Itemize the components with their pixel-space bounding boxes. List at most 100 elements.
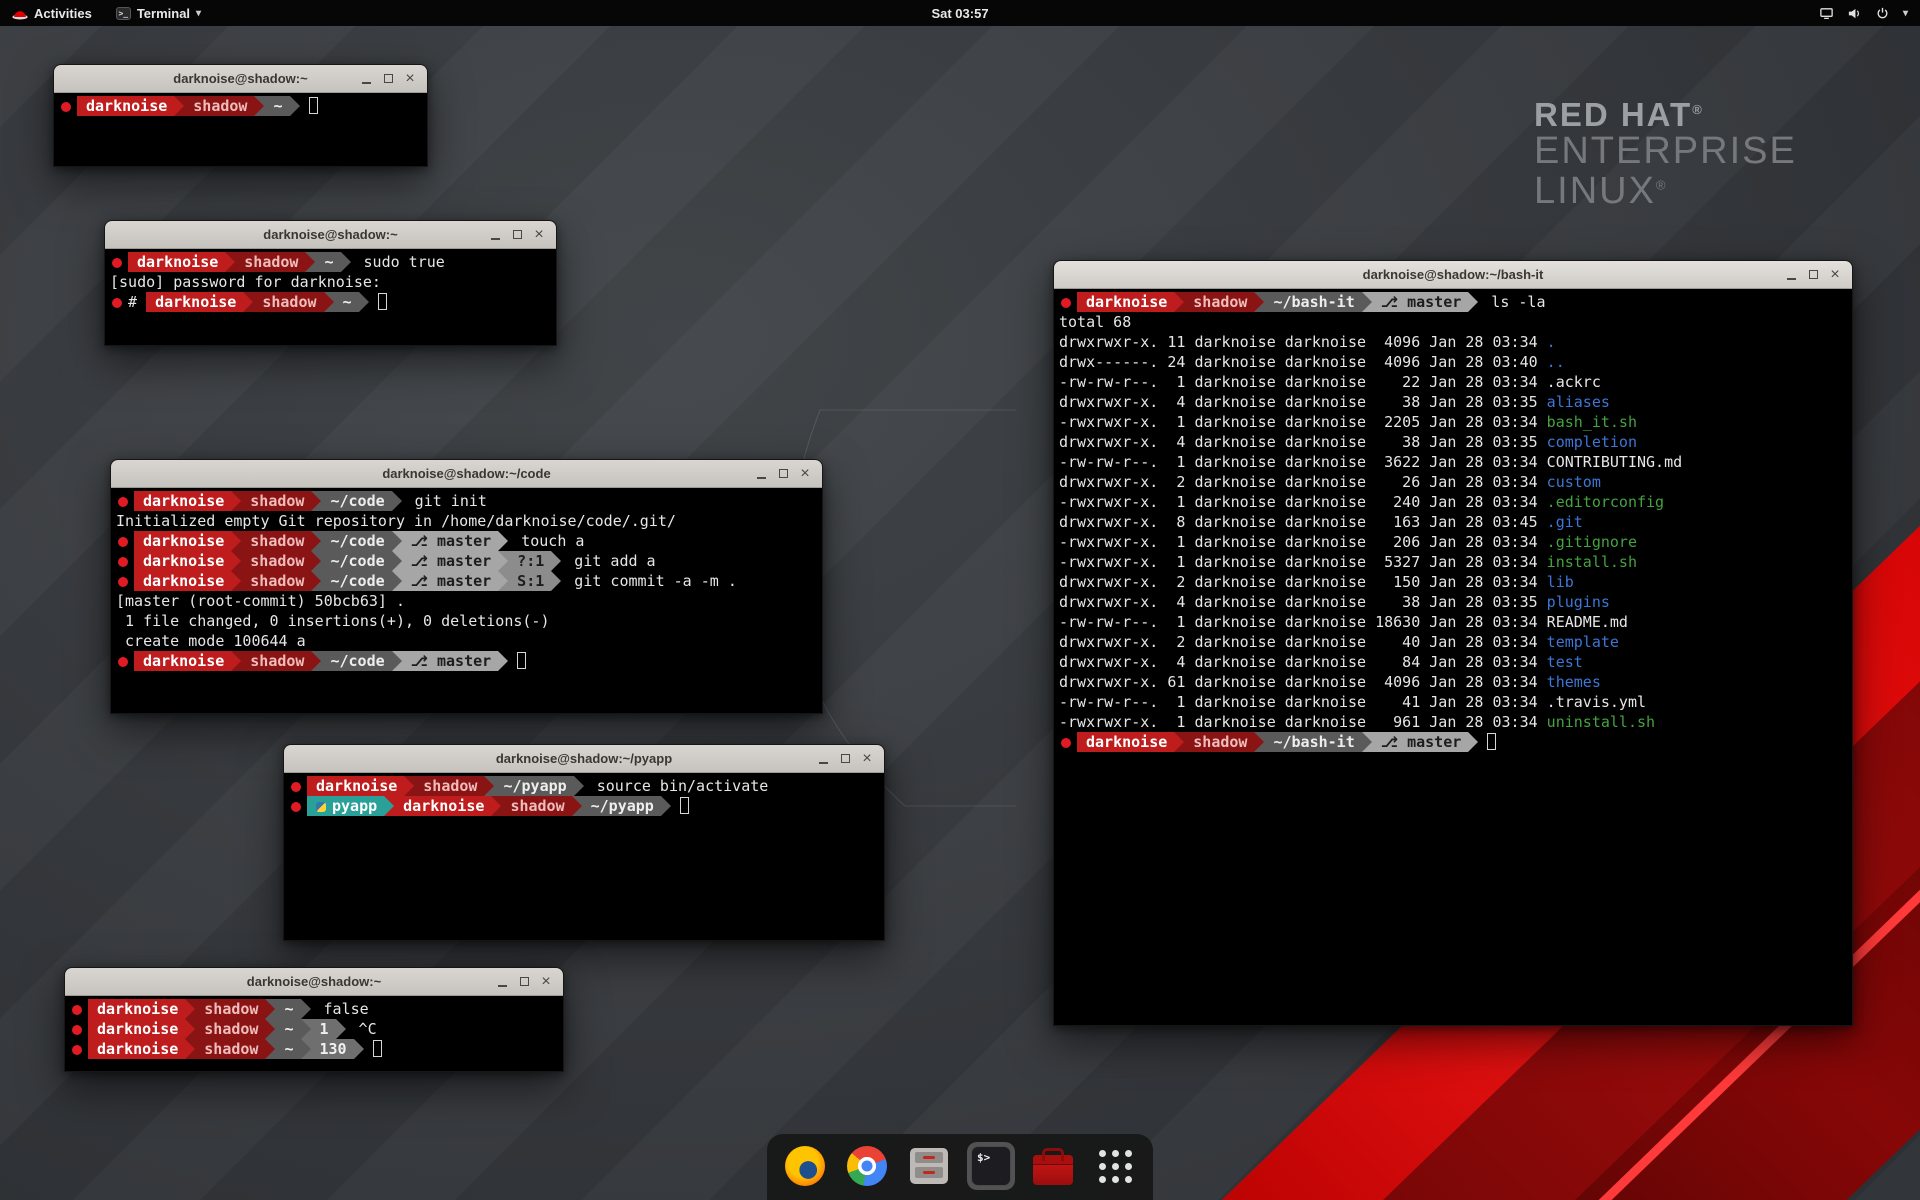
maximize-button[interactable] (834, 748, 856, 770)
power-icon[interactable] (1875, 6, 1890, 21)
ls-entry-details: -rwxrwxr-x. 1 darknoise darknoise 206 Ja… (1059, 533, 1547, 551)
minimize-button[interactable] (491, 971, 513, 993)
maximize-button[interactable] (1802, 264, 1824, 286)
prompt-segment-path: ~/code (321, 551, 391, 571)
window-titlebar[interactable]: darknoise@shadow:~ × (105, 221, 556, 249)
powerline-arrow-icon (498, 531, 508, 551)
powerline-arrow-icon (404, 776, 414, 796)
dock-item-chrome[interactable] (843, 1142, 891, 1190)
command-text: source bin/activate (584, 777, 769, 795)
minimize-button[interactable] (484, 224, 506, 246)
dock-item-firefox[interactable] (781, 1142, 829, 1190)
window-titlebar[interactable]: darknoise@shadow:~ × (65, 968, 563, 996)
dock-item-files[interactable] (905, 1142, 953, 1190)
powerline-arrow-icon (1362, 292, 1372, 312)
maximize-button[interactable] (772, 463, 794, 485)
terminal-cursor (309, 97, 318, 114)
powerline-arrow-icon (392, 651, 402, 671)
powerline-arrow-icon (551, 551, 561, 571)
minimize-button[interactable] (750, 463, 772, 485)
powerline-arrow-icon (311, 531, 321, 551)
prompt-segment-user: darknoise (134, 531, 231, 551)
prompt-segment-path: ~/bash-it (1264, 292, 1361, 312)
close-button[interactable]: × (856, 748, 878, 770)
close-button[interactable]: × (535, 971, 557, 993)
powerline-arrow-icon (484, 776, 494, 796)
output-text: create mode 100644 a (116, 632, 306, 650)
output-line: [sudo] password for darknoise: (110, 272, 553, 292)
output-line: drwxrwxr-x. 11 darknoise darknoise 4096 … (1059, 332, 1849, 352)
terminal-content[interactable]: darknoiseshadow~/code git initInitialize… (111, 488, 822, 713)
terminal-content[interactable]: darknoiseshadow~ falsedarknoiseshadow~1 … (65, 996, 563, 1071)
display-icon[interactable] (1819, 6, 1834, 21)
prompt-dot-icon (72, 1005, 82, 1015)
ls-entry-name: aliases (1547, 393, 1610, 411)
maximize-button[interactable] (506, 224, 528, 246)
close-button[interactable]: × (399, 68, 421, 90)
command-text: ^C (346, 1020, 377, 1038)
app-menu-terminal[interactable]: >_ Terminal ▾ (104, 0, 213, 26)
powerline-arrow-icon (491, 796, 501, 816)
close-button[interactable]: × (794, 463, 816, 485)
output-line: -rw-rw-r--. 1 darknoise darknoise 41 Jan… (1059, 692, 1849, 712)
window-titlebar[interactable]: darknoise@shadow:~/code × (111, 460, 822, 488)
window-titlebar[interactable]: darknoise@shadow:~/bash-it × (1054, 261, 1852, 289)
dock-item-toolbox[interactable] (1029, 1142, 1077, 1190)
output-line: Initialized empty Git repository in /hom… (116, 511, 819, 531)
terminal-cursor (517, 652, 526, 669)
prompt-segment-path: ~/code (321, 651, 391, 671)
window-title: darknoise@shadow:~/pyapp (284, 751, 884, 766)
terminal-content[interactable]: darknoiseshadow~/pyapp source bin/activa… (284, 773, 884, 940)
powerline-arrow-icon (225, 252, 235, 272)
dock-item-terminal[interactable]: $> (967, 1142, 1015, 1190)
prompt-segment-path: ~/code (321, 491, 391, 511)
command-text: git commit -a -m . (561, 572, 737, 590)
output-text: [sudo] password for darknoise: (110, 273, 381, 291)
prompt-segment-user: darknoise (88, 1039, 185, 1059)
chevron-down-icon[interactable]: ▾ (1903, 8, 1908, 19)
close-button[interactable]: × (528, 224, 550, 246)
minimize-button[interactable] (1780, 264, 1802, 286)
minimize-button[interactable] (355, 68, 377, 90)
ls-entry-name: bash_it.sh (1547, 413, 1637, 431)
minimize-button[interactable] (812, 748, 834, 770)
activities-button[interactable]: Activities (0, 0, 104, 26)
window-titlebar[interactable]: darknoise@shadow:~ × (54, 65, 427, 93)
prompt-dot-icon (72, 1045, 82, 1055)
close-button[interactable]: × (1824, 264, 1846, 286)
powerline-arrow-icon (336, 1019, 346, 1039)
prompt-dot-icon (1061, 298, 1071, 308)
dock: $> (767, 1134, 1153, 1200)
ls-entry-details: drwxrwxr-x. 4 darknoise darknoise 38 Jan… (1059, 593, 1547, 611)
prompt-segment-path: ~/pyapp (582, 796, 661, 816)
prompt-segment-user: darknoise (134, 571, 231, 591)
ls-entry-details: -rwxrwxr-x. 1 darknoise darknoise 5327 J… (1059, 553, 1547, 571)
prompt-line: darknoiseshadow~/pyapp source bin/activa… (289, 776, 881, 796)
ls-entry-details: drwxrwxr-x. 2 darknoise darknoise 26 Jan… (1059, 473, 1547, 491)
terminal-content[interactable]: darknoiseshadow~ (54, 93, 427, 166)
prompt-segment-path: ~ (315, 252, 340, 272)
terminal-content[interactable]: darknoiseshadow~/bash-it⎇ master ls -lat… (1054, 289, 1852, 1025)
powerline-arrow-icon (231, 551, 241, 571)
prompt-segment-host: shadow (241, 651, 311, 671)
volume-icon[interactable] (1847, 6, 1862, 21)
maximize-button[interactable] (513, 971, 535, 993)
prompt-segment-host: shadow (501, 796, 571, 816)
prompt-segment-host: shadow (184, 96, 254, 116)
output-line: drwx------. 24 darknoise darknoise 4096 … (1059, 352, 1849, 372)
prompt-segment-user: darknoise (88, 1019, 185, 1039)
output-line: drwxrwxr-x. 8 darknoise darknoise 163 Ja… (1059, 512, 1849, 532)
clock[interactable]: Sat 03:57 (0, 6, 1920, 21)
window-titlebar[interactable]: darknoise@shadow:~/pyapp × (284, 745, 884, 773)
dock-item-app-grid[interactable] (1091, 1142, 1139, 1190)
powerline-arrow-icon (359, 292, 369, 312)
powerline-arrow-icon (301, 1019, 311, 1039)
powerline-arrow-icon (1468, 732, 1478, 752)
maximize-button[interactable] (377, 68, 399, 90)
prompt-segment-path: ~ (275, 999, 300, 1019)
output-text: 1 file changed, 0 insertions(+), 0 delet… (116, 612, 549, 630)
terminal-content[interactable]: darknoiseshadow~ sudo true[sudo] passwor… (105, 249, 556, 345)
prompt-segment-host: shadow (241, 571, 311, 591)
command-text: touch a (508, 532, 584, 550)
prompt-dot-icon (1061, 738, 1071, 748)
